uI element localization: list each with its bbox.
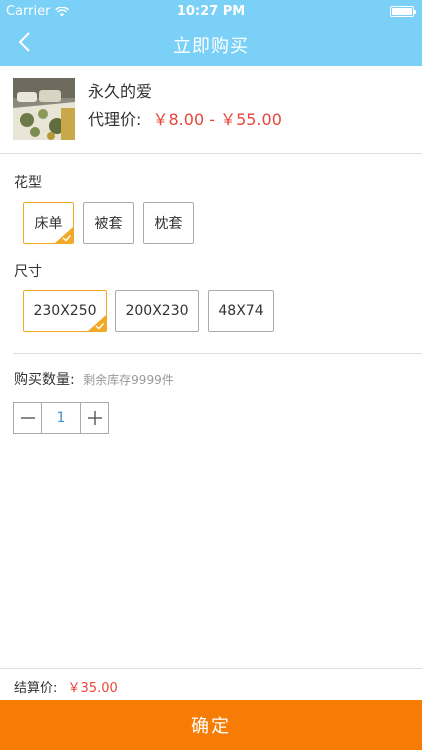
selected-check-icon: [55, 227, 73, 243]
divider: [13, 353, 422, 354]
price-range: ￥8.00 - ￥55.00: [152, 110, 282, 129]
total-label: 结算价:: [14, 681, 58, 696]
page-title: 立即购买: [173, 36, 249, 57]
selected-check-icon: [88, 315, 106, 331]
size-option-230x250[interactable]: 230X250: [23, 290, 107, 332]
pattern-label: 花型: [14, 175, 42, 191]
plus-icon: [87, 411, 102, 425]
bedding-image-icon: [13, 78, 75, 140]
product-summary: 永久的爱 代理价: ￥8.00 - ￥55.00: [0, 66, 422, 154]
quantity-input[interactable]: 1: [41, 403, 81, 433]
pattern-option-bedsheet[interactable]: 床单: [23, 202, 74, 244]
decrement-button[interactable]: [14, 403, 41, 433]
option-label: 被套: [94, 216, 123, 232]
size-label: 尺寸: [14, 264, 42, 280]
product-thumbnail: [13, 78, 75, 140]
quantity-row: 购买数量: 剩余库存9999件: [14, 369, 174, 389]
battery-icon: [390, 6, 416, 17]
price-row: 代理价: ￥8.00 - ￥55.00: [88, 106, 282, 130]
price-label: 代理价:: [88, 110, 142, 129]
product-name: 永久的爱: [88, 82, 153, 101]
stock-remaining: 剩余库存9999件: [83, 373, 174, 387]
confirm-button[interactable]: 确定: [0, 700, 422, 750]
quantity-stepper: 1: [13, 402, 109, 434]
option-label: 48X74: [218, 303, 264, 319]
total-bar: 结算价: ￥35.00: [0, 668, 422, 700]
quantity-label: 购买数量:: [14, 372, 75, 388]
size-option-48x74[interactable]: 48X74: [208, 290, 274, 332]
status-bar: Carrier 10:27 PM: [0, 0, 422, 22]
pattern-option-quilt-cover[interactable]: 被套: [83, 202, 134, 244]
minus-icon: [20, 417, 35, 419]
navigation-header: Carrier 10:27 PM 立即购买: [0, 0, 422, 66]
pattern-option-pillowcase[interactable]: 枕套: [143, 202, 194, 244]
total-price: ￥35.00: [67, 681, 118, 696]
option-label: 枕套: [154, 216, 183, 232]
total-row: 结算价: ￥35.00: [14, 677, 118, 696]
size-option-200x230[interactable]: 200X230: [115, 290, 199, 332]
status-time: 10:27 PM: [176, 4, 246, 19]
increment-button[interactable]: [81, 403, 108, 433]
option-label: 200X230: [125, 303, 189, 319]
